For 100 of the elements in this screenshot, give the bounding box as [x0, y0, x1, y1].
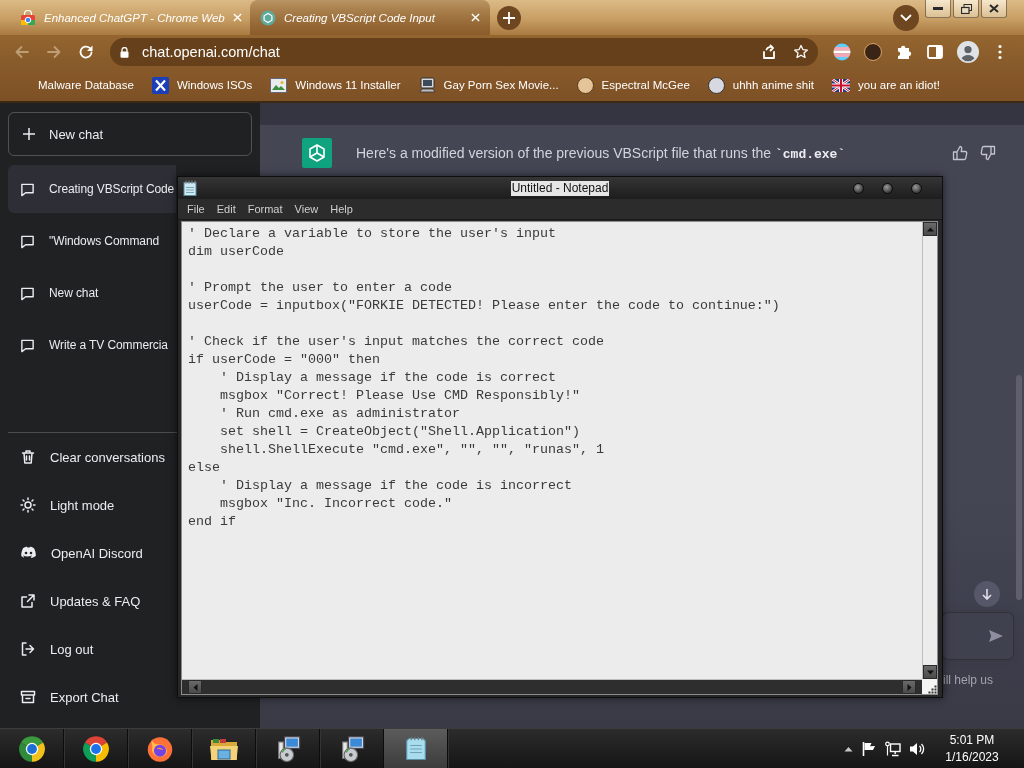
chat-bubble-icon — [20, 337, 35, 353]
chat-history-item[interactable]: Write a TV Commercia — [8, 321, 176, 369]
star-icon[interactable] — [793, 44, 809, 60]
chat-history-item[interactable]: New chat — [8, 269, 176, 317]
bookmark[interactable]: Windows 11 Installer — [262, 72, 409, 98]
down-arrow-icon — [981, 588, 993, 600]
scroll-down-button[interactable] — [923, 665, 937, 679]
triangle-up-icon — [926, 225, 934, 233]
avatar-icon[interactable] — [864, 43, 882, 61]
puzzle-icon[interactable] — [895, 43, 913, 61]
menu-item[interactable]: View — [288, 203, 325, 215]
external-link-icon — [20, 593, 36, 609]
logout-icon — [20, 641, 36, 657]
computer-icon — [418, 76, 436, 94]
close-window-button[interactable] — [981, 0, 1007, 18]
horizontal-scrollbar[interactable] — [182, 679, 922, 694]
plus-icon — [503, 11, 515, 24]
minimize-icon — [933, 7, 943, 10]
plus-icon — [23, 128, 35, 140]
sidebar-menu-item[interactable]: Export Chat — [8, 673, 176, 721]
picture-icon — [270, 77, 288, 93]
window-title: Untitled - Notepad — [510, 180, 610, 196]
triangle-down-icon — [926, 668, 934, 676]
network-icon[interactable] — [885, 740, 901, 757]
avatar-icon — [707, 76, 725, 94]
bookmark[interactable]: Espectral McGee — [568, 72, 698, 98]
archive-icon — [20, 689, 36, 705]
thumbs-up-icon[interactable] — [952, 145, 968, 161]
up-caret-icon[interactable] — [844, 745, 853, 752]
clock-time: 5:01 PM — [949, 731, 995, 749]
taskbar-button[interactable] — [384, 729, 448, 768]
browser-icon — [145, 734, 174, 763]
resize-grip-icon — [928, 685, 937, 694]
flag-icon — [832, 78, 850, 92]
lock-icon — [120, 46, 129, 58]
close-icon[interactable] — [232, 13, 242, 22]
disclaimer-text: ill help us — [943, 672, 995, 689]
scrollbar-thumb[interactable] — [1016, 375, 1022, 600]
menu-item[interactable]: File — [181, 203, 211, 215]
sun-icon — [20, 497, 36, 513]
thumbs-down-icon[interactable] — [980, 145, 996, 161]
striped-circle-icon[interactable] — [833, 43, 851, 61]
close-icon — [989, 4, 999, 13]
scroll-right-button[interactable] — [902, 680, 916, 694]
minimize-button[interactable] — [925, 0, 951, 18]
send-icon[interactable] — [988, 629, 1004, 643]
shopping-bag-icon — [20, 9, 36, 26]
bookmark[interactable]: uhhh anime shit — [699, 72, 822, 98]
address-bar[interactable]: chat.openai.com/chat — [110, 38, 818, 66]
sidebar-menu-item[interactable]: Updates & FAQ — [8, 577, 176, 625]
triangle-right-icon — [905, 683, 913, 691]
chevron-down-icon — [900, 13, 912, 22]
chat-bubble-icon — [20, 233, 35, 249]
game-controller-icon — [20, 546, 37, 560]
restore-icon — [960, 3, 972, 14]
side-panel-icon[interactable] — [926, 43, 944, 61]
restore-button[interactable] — [953, 0, 979, 18]
x-square-icon — [151, 76, 169, 94]
bookmark[interactable]: Windows ISOs — [143, 72, 261, 98]
sidebar-menu-item[interactable]: Clear conversations — [8, 433, 176, 481]
message-input[interactable] — [942, 612, 1014, 660]
scroll-left-button[interactable] — [188, 680, 202, 694]
new-tab-button[interactable] — [497, 5, 521, 30]
scroll-down-button[interactable] — [974, 581, 1000, 607]
new-chat-button[interactable]: New chat — [8, 112, 252, 156]
chat-bubble-icon — [20, 285, 35, 301]
browser-icon — [17, 734, 46, 763]
bookmark[interactable]: you are an idiot! — [824, 72, 948, 98]
notepad-icon — [183, 180, 197, 196]
scroll-up-button[interactable] — [923, 222, 937, 236]
vertical-scrollbar[interactable] — [922, 222, 937, 679]
message-text: Here's a modified version of the previous VBScript file that runs the `cmd.exe` — [356, 144, 846, 164]
maximize-button[interactable] — [882, 182, 893, 194]
menu-item[interactable]: Help — [324, 203, 359, 215]
close-icon[interactable] — [471, 13, 480, 22]
share-icon[interactable] — [761, 44, 777, 60]
tab-search-button[interactable] — [893, 4, 919, 31]
sidebar-menu-item[interactable]: Light mode — [8, 481, 176, 529]
clock-date: 1/16/2023 — [945, 748, 999, 766]
browser-icon — [81, 734, 110, 763]
triangle-left-icon — [191, 683, 199, 691]
sidebar-menu-item[interactable]: Log out — [8, 625, 176, 673]
close-button[interactable] — [911, 182, 922, 194]
chat-bubble-icon — [20, 181, 35, 197]
bookmark[interactable]: Gay Porn Sex Movie... — [410, 72, 567, 98]
menu-item[interactable]: Edit — [210, 203, 242, 215]
sidebar-menu-item[interactable]: OpenAI Discord — [8, 529, 176, 577]
browser-tab[interactable]: Creating VBScript Code Input — [250, 0, 490, 35]
assistant-avatar-icon — [302, 138, 332, 168]
minimize-button[interactable] — [853, 182, 864, 194]
profile-icon[interactable] — [957, 41, 979, 63]
avatar-icon — [576, 76, 594, 94]
chat-history-item[interactable]: Creating VBScript Code — [8, 165, 176, 213]
trash-icon — [20, 449, 36, 465]
bookmark[interactable]: Malware Database — [30, 72, 142, 98]
chat-history-item[interactable]: "Windows Command — [8, 217, 176, 265]
menu-item[interactable]: Format — [241, 203, 289, 215]
reload-icon[interactable] — [78, 44, 94, 60]
flag-icon[interactable] — [861, 740, 877, 757]
volume-icon[interactable] — [909, 740, 925, 757]
